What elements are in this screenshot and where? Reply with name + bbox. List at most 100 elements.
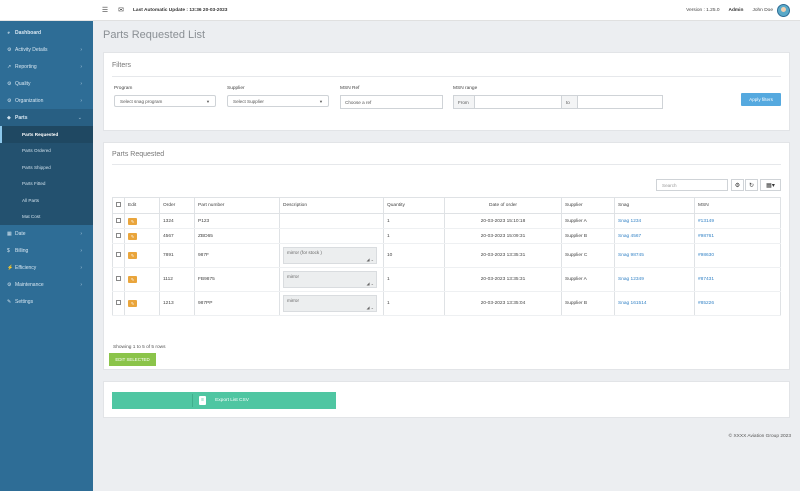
- col-part-number[interactable]: Part number: [194, 197, 280, 214]
- row-checkbox[interactable]: [116, 300, 121, 305]
- program-select[interactable]: Select snag program ▼: [114, 95, 216, 107]
- snag-link[interactable]: Snag 4567: [618, 234, 641, 239]
- sidebar: ◕ Dashboard ⚙ Activity Details › ↗ Reporting › ⚙…: [0, 0, 93, 491]
- topbar-right: Version : 1.25.0 Admin John Doe: [686, 3, 800, 17]
- snag-link[interactable]: Snag 98745: [618, 253, 644, 258]
- supplier-label: Supplier: [227, 86, 245, 91]
- order-cell: 7891: [163, 253, 174, 258]
- pagination-info: Showing 1 to 5 of 5 rows: [113, 345, 166, 350]
- date-icon: ▦: [7, 230, 12, 237]
- subnav-item-all-parts[interactable]: All Parts: [0, 192, 93, 209]
- user-name[interactable]: John Doe: [752, 8, 773, 13]
- table-row[interactable]: ✎ 1324 P123 1 20-03-2023 15:10:18 Supplier A S…: [112, 213, 781, 229]
- col-description[interactable]: Description: [279, 197, 384, 214]
- order-cell: 1213: [163, 301, 174, 306]
- sidebar-item-parts[interactable]: ◆ Parts ⌄: [0, 109, 93, 126]
- page-title: Parts Requested List: [103, 29, 206, 41]
- col-snag[interactable]: Snag: [614, 197, 695, 214]
- order-cell: 4567: [163, 233, 174, 239]
- sidebar-nav: ◕ Dashboard ⚙ Activity Details › ↗ Reporting › ⚙…: [0, 21, 93, 310]
- description-field[interactable]: mirror ◢ ⌄: [283, 295, 377, 312]
- sidebar-item-settings[interactable]: ✎ Settings: [0, 293, 93, 310]
- table-row[interactable]: ✎ 1213 987PP mirror ◢ ⌄ 1 20-03-2023 13:35:04 S…: [112, 291, 781, 316]
- parts-icon: ◆: [7, 114, 11, 121]
- columns-toggle-button[interactable]: ▦▾: [760, 179, 781, 191]
- row-checkbox[interactable]: [116, 217, 121, 223]
- edit-icon[interactable]: ✎: [128, 300, 137, 307]
- subnav-item-parts-fitted[interactable]: Parts Fitted: [0, 176, 93, 193]
- mail-icon[interactable]: ✉: [113, 6, 129, 14]
- msn-link[interactable]: #87431: [698, 277, 714, 282]
- reporting-icon: ↗: [7, 63, 12, 70]
- subnav-item-parts-requested[interactable]: Parts Requested: [0, 126, 93, 143]
- supplier-select[interactable]: Select Supplier ▼: [227, 95, 329, 107]
- sidebar-item-quality[interactable]: ⚙ Quality ›: [0, 75, 93, 92]
- edit-icon[interactable]: ✎: [128, 276, 137, 283]
- column-settings-button[interactable]: ⚙: [731, 179, 744, 191]
- sidebar-item-activity-details[interactable]: ⚙ Activity Details ›: [0, 41, 93, 58]
- select-all-header[interactable]: [112, 197, 125, 214]
- subnav-item-mat-cost[interactable]: Mat Cost: [0, 209, 93, 226]
- chevron-right-icon: ›: [80, 230, 82, 237]
- main-content: Parts Requested List Filters Program Sel…: [93, 21, 800, 491]
- sidebar-item-date[interactable]: ▦ Date ›: [0, 225, 93, 242]
- col-quantity[interactable]: Quantity: [383, 197, 445, 214]
- col-date-of-order[interactable]: Date of order: [444, 197, 562, 214]
- sidebar-item-label: Settings: [15, 298, 34, 305]
- col-supplier[interactable]: Supplier: [561, 197, 615, 214]
- refresh-button[interactable]: ↻: [745, 179, 758, 191]
- snag-link[interactable]: Snag 1234: [618, 219, 641, 224]
- apply-filters-button[interactable]: Apply filters: [741, 93, 781, 106]
- edit-icon[interactable]: ✎: [128, 252, 137, 259]
- msn-ref-input[interactable]: Choose a ref: [340, 95, 443, 109]
- subnav-item-parts-shipped[interactable]: Parts Shipped: [0, 159, 93, 176]
- col-msn[interactable]: MSN: [694, 197, 781, 214]
- supplier-cell: Supplier C: [565, 253, 588, 258]
- settings-icon: ✎: [7, 298, 12, 305]
- quantity-cell: 10: [387, 253, 393, 258]
- filters-panel: Filters Program Select snag program ▼ Su…: [103, 52, 790, 131]
- table-row[interactable]: ✎ 1112 FB9875 mirror ◢ ⌄ 1 20-03-2023 13:35:31…: [112, 267, 781, 292]
- supplier-cell: Supplier B: [565, 233, 588, 239]
- date-cell: 20-03-2023 15:10:18: [480, 218, 526, 224]
- sidebar-item-efficiency[interactable]: ⚡ Efficiency ›: [0, 259, 93, 276]
- row-checkbox[interactable]: [116, 252, 121, 257]
- col-order[interactable]: Order: [159, 197, 195, 214]
- msn-link[interactable]: #98630: [698, 253, 714, 258]
- table-row[interactable]: ✎ 4567 ZBD65 1 20-03-2023 15:09:31 Supplier B…: [112, 228, 781, 244]
- sidebar-item-maintenance[interactable]: ⚙ Maintenance ›: [0, 276, 93, 293]
- search-input[interactable]: Search: [656, 179, 728, 191]
- snag-link[interactable]: Snag 12349: [618, 277, 644, 282]
- description-field[interactable]: mirror ◢ ⌄: [283, 271, 377, 288]
- description-field[interactable]: mirror (for stock ) ◢ ⌄: [283, 247, 377, 264]
- edit-icon[interactable]: ✎: [128, 217, 137, 225]
- msn-to-input[interactable]: [577, 95, 663, 109]
- select-all-checkbox[interactable]: [116, 202, 121, 207]
- msn-from-input[interactable]: [474, 95, 562, 109]
- program-select-value: Select snag program: [120, 99, 163, 104]
- msn-link[interactable]: #98761: [698, 234, 714, 239]
- row-checkbox[interactable]: [116, 276, 121, 281]
- chevron-right-icon: ›: [80, 46, 82, 53]
- export-csv-button[interactable]: ≡ Export List CSV: [112, 392, 336, 409]
- quantity-cell: 1: [387, 277, 390, 282]
- hamburger-menu-icon[interactable]: ☰: [97, 6, 113, 14]
- edit-selected-button[interactable]: EDIT SELECTED: [109, 353, 156, 366]
- edit-icon[interactable]: ✎: [128, 232, 137, 240]
- sidebar-item-organization[interactable]: ⚙ Organization ›: [0, 92, 93, 109]
- msn-link[interactable]: #13149: [698, 219, 714, 224]
- table-body: ✎ 1324 P123 1 20-03-2023 15:10:18 Supplier A S…: [112, 213, 781, 316]
- sidebar-item-dashboard[interactable]: ◕ Dashboard: [0, 24, 93, 41]
- gear-icon: ⚙: [734, 182, 741, 189]
- table-row[interactable]: ✎ 7891 987F mirror (for stock ) ◢ ⌄ 10 20-03-2…: [112, 243, 781, 268]
- date-cell: 20-03-2023 13:35:04: [480, 301, 526, 306]
- avatar[interactable]: [777, 3, 790, 17]
- msn-link[interactable]: #85226: [698, 301, 714, 306]
- sidebar-item-reporting[interactable]: ↗ Reporting ›: [0, 58, 93, 75]
- sidebar-item-billing[interactable]: $ Billing ›: [0, 242, 93, 259]
- col-edit[interactable]: Edit: [124, 197, 160, 214]
- snag-link[interactable]: Snag 161514: [618, 301, 647, 306]
- subnav-item-parts-ordered[interactable]: Parts Ordered: [0, 143, 93, 160]
- row-checkbox[interactable]: [116, 232, 121, 238]
- msn-range-label: MSN range: [453, 86, 478, 91]
